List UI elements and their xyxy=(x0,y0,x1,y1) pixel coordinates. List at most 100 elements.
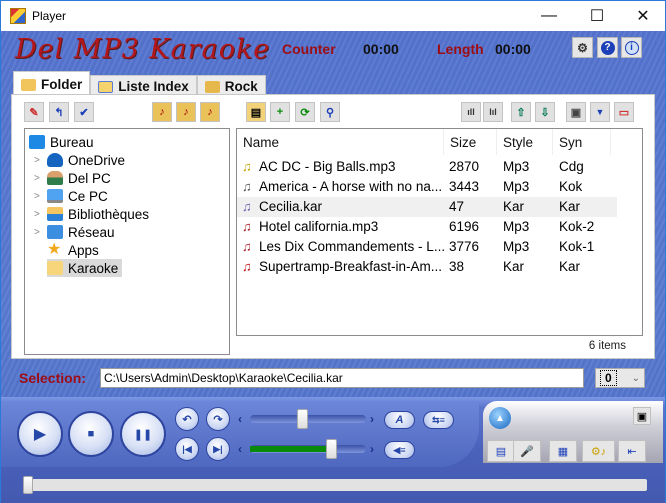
file-size: 38 xyxy=(449,259,465,274)
file-style: Mp3 xyxy=(503,179,530,194)
lyrics-button[interactable]: ⇆≡ xyxy=(423,411,454,429)
music-folder-button-2[interactable]: ♪ xyxy=(176,102,196,122)
window-title: Player xyxy=(32,9,67,23)
tree-item-cepc[interactable]: > Ce PC xyxy=(34,187,108,205)
play-button[interactable]: ▶ xyxy=(17,411,63,457)
file-syn: Kok-1 xyxy=(559,239,595,254)
equalizer-button-2[interactable]: lıl xyxy=(483,102,503,122)
refresh-icon: ⟳ xyxy=(300,106,310,119)
selection-combo[interactable]: 0 ⌄ xyxy=(595,368,645,388)
tempo-increase[interactable]: › xyxy=(370,412,374,426)
stop-button[interactable]: ■ xyxy=(68,411,114,457)
volume-slider-thumb[interactable] xyxy=(325,439,337,459)
chevron-right-icon[interactable]: > xyxy=(34,227,42,238)
close-button[interactable]: ✕ xyxy=(620,1,666,31)
up-arrow-icon: ↰ xyxy=(54,106,64,119)
folder-tree[interactable]: Bureau > OneDrive > Del PC > Ce PC > Bibliot… xyxy=(24,128,230,355)
length-value: 00:00 xyxy=(495,41,531,57)
column-header-size[interactable]: Size xyxy=(444,129,497,155)
selection-path-input[interactable] xyxy=(100,368,584,388)
info-button[interactable]: i xyxy=(621,37,642,58)
list-item[interactable]: ♫ AC DC - Big Balls.mp3 2870 Mp3 Cdg xyxy=(237,157,617,177)
check-button[interactable]: ✔ xyxy=(74,102,94,122)
column-header-syn[interactable]: Syn xyxy=(553,129,611,155)
file-list[interactable]: Name Size Style Syn ♫ AC DC - Big Balls.m… xyxy=(236,128,643,336)
music-folder-button-1[interactable]: ♪ xyxy=(152,102,172,122)
file-syn: Kok-2 xyxy=(559,219,595,234)
video-button[interactable]: ▦ xyxy=(549,440,577,462)
add-icon: + xyxy=(276,106,284,118)
list-item[interactable]: ♫ Les Dix Commandements - L... 3776 Mp3 Kok-… xyxy=(237,237,617,257)
seek-bar[interactable] xyxy=(23,476,647,494)
file-name: America - A horse with no na... xyxy=(259,179,443,194)
list-item[interactable]: ♫ America - A horse with no na... 3443 Mp3 K… xyxy=(237,177,617,197)
open-list-button[interactable]: ▤ xyxy=(246,102,266,122)
dropdown-button[interactable]: ▼ xyxy=(590,102,610,122)
file-syn: Kok xyxy=(559,179,583,194)
tree-item-karaoke[interactable]: Karaoke xyxy=(47,259,123,277)
tree-item-bibliotheques[interactable]: > Bibliothèques xyxy=(34,205,149,223)
equalizer-button-1[interactable]: ıll xyxy=(461,102,481,122)
eject-button[interactable]: ▲ xyxy=(489,407,511,429)
help-button[interactable]: ? xyxy=(597,37,618,58)
text-button[interactable]: A xyxy=(384,411,415,429)
column-header-style[interactable]: Style xyxy=(497,129,553,155)
find-button[interactable]: ⚲ xyxy=(320,102,340,122)
panel-button[interactable]: ▭ xyxy=(614,102,634,122)
microphone-button[interactable]: 🎤 xyxy=(513,440,541,462)
voice-button[interactable]: ◀≡ xyxy=(384,441,415,459)
chevron-right-icon[interactable]: > xyxy=(34,191,42,202)
settings-button[interactable]: ⚙ xyxy=(572,37,593,58)
chevron-right-icon[interactable]: > xyxy=(34,173,42,184)
list-item[interactable]: ♫ Supertramp-Breakfast-in-Am... 38 Kar Kar xyxy=(237,257,617,277)
seek-bar-thumb[interactable] xyxy=(23,476,33,494)
pause-button[interactable]: ❚❚ xyxy=(120,411,166,457)
arrow-up-icon: ⇧ xyxy=(516,106,526,119)
restore-button[interactable]: ▣ xyxy=(633,407,651,425)
next-button[interactable]: ▶| xyxy=(206,437,230,461)
list-item[interactable]: ♫ Cecilia.kar 47 Kar Kar xyxy=(237,197,617,217)
list-icon xyxy=(98,80,114,93)
move-up-button[interactable]: ⇧ xyxy=(511,102,531,122)
star-icon: ★ xyxy=(47,241,62,258)
tempo-slider-thumb[interactable] xyxy=(297,409,309,429)
move-down-button[interactable]: ⇩ xyxy=(535,102,555,122)
up-folder-button[interactable]: ↰ xyxy=(49,102,69,122)
bars-icon: ıll xyxy=(467,107,475,117)
volume-decrease[interactable]: ‹ xyxy=(238,442,242,456)
tree-item-delpc[interactable]: > Del PC xyxy=(34,169,111,187)
audio-settings-button[interactable]: ⚙♪ xyxy=(582,440,615,462)
tree-item-onedrive[interactable]: > OneDrive xyxy=(34,151,125,169)
tempo-slider[interactable] xyxy=(250,409,366,429)
player-controls: ▶ ■ ❚❚ ↶ ↷ |◀ ▶| ‹ › ‹ › A ⇆≡ ◀≡ ▲ ▣ ▤ 🎤… xyxy=(1,397,665,503)
music-folder-button-3[interactable]: ♪ xyxy=(200,102,220,122)
add-file-button[interactable]: + xyxy=(270,102,290,122)
exit-button[interactable]: ⇤ xyxy=(618,440,646,462)
column-header-name[interactable]: Name xyxy=(237,129,444,155)
tree-item-apps[interactable]: ★ Apps xyxy=(47,241,99,259)
music-folder-icon: ♪ xyxy=(159,106,165,118)
refresh-button[interactable]: ⟳ xyxy=(295,102,315,122)
chevron-down-icon: ⌄ xyxy=(631,372,640,384)
chevron-right-icon[interactable]: > xyxy=(34,155,42,166)
window-button[interactable]: ▣ xyxy=(566,102,586,122)
tree-item-reseau[interactable]: > Réseau xyxy=(34,223,115,241)
forward-button[interactable]: ↷ xyxy=(206,407,230,431)
volume-increase[interactable]: › xyxy=(370,442,374,456)
rewind-button[interactable]: ↶ xyxy=(175,407,199,431)
list-item[interactable]: ♫ Hotel california.mp3 6196 Mp3 Kok-2 xyxy=(237,217,617,237)
minimize-button[interactable]: — xyxy=(526,1,572,31)
music-note-icon: ♫ xyxy=(242,179,252,194)
pause-icon: ❚❚ xyxy=(133,428,153,441)
edit-button[interactable]: ✎ xyxy=(24,102,44,122)
file-name: Supertramp-Breakfast-in-Am... xyxy=(259,259,443,274)
document-button[interactable]: ▤ xyxy=(487,440,515,462)
tempo-decrease[interactable]: ‹ xyxy=(238,412,242,426)
file-size: 3776 xyxy=(449,239,480,254)
chevron-right-icon[interactable]: > xyxy=(34,209,42,220)
maximize-button[interactable]: ☐ xyxy=(574,1,620,31)
volume-slider[interactable] xyxy=(250,439,366,459)
previous-button[interactable]: |◀ xyxy=(175,437,199,461)
tree-item-bureau[interactable]: Bureau xyxy=(29,133,94,151)
file-size: 2870 xyxy=(449,159,480,174)
